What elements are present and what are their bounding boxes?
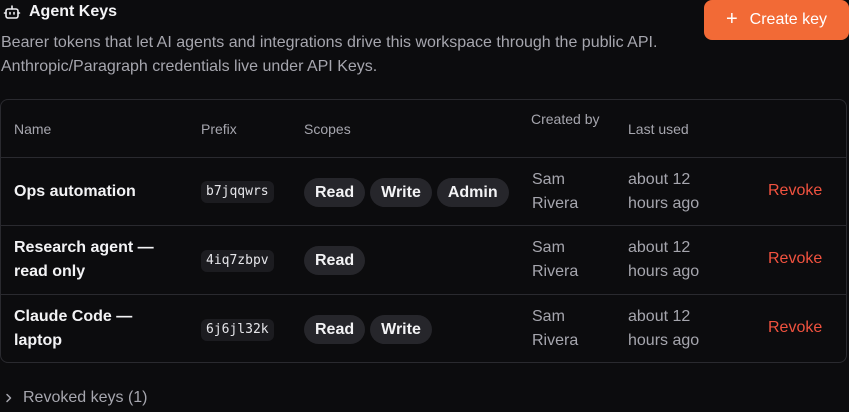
chevron-right-icon <box>5 392 13 404</box>
scope-badge-write: Write <box>370 315 432 344</box>
create-key-button[interactable]: + Create key <box>704 0 849 40</box>
revoked-keys-label: Revoked keys (1) <box>23 389 148 406</box>
revoked-keys-toggle[interactable]: Revoked keys (1) <box>5 389 148 407</box>
last-used: about 12 hours ago <box>628 239 700 280</box>
plus-icon: + <box>725 8 738 30</box>
scope-list: Read Write <box>304 315 432 344</box>
column-header-scopes: Scopes <box>304 121 351 137</box>
key-prefix: b7jqqwrs <box>201 181 274 203</box>
scope-badge-admin: Admin <box>436 178 509 207</box>
scope-badge-read: Read <box>304 178 366 207</box>
key-name: Ops automation <box>14 183 136 200</box>
scope-badge-read: Read <box>304 246 366 275</box>
scope-badge-read: Read <box>304 315 366 344</box>
table-row: Ops automation b7jqqwrs Read Write Admin… <box>1 158 846 226</box>
revoke-button[interactable]: Revoke <box>768 319 822 337</box>
column-header-name: Name <box>14 121 52 137</box>
scope-badge-write: Write <box>370 178 432 207</box>
agent-keys-table: Name Prefix Scopes Created by Last used … <box>0 99 847 363</box>
page-subtitle: Bearer tokens that let AI agents and int… <box>1 34 658 75</box>
key-name: Research agent — read only <box>14 239 154 280</box>
column-header-prefix: Prefix <box>201 121 237 137</box>
table-row: Research agent — read only 4iq7zbpv Read… <box>1 226 846 295</box>
create-key-button-label: Create key <box>749 11 828 28</box>
last-used: about 12 hours ago <box>628 171 700 212</box>
page-title: Agent Keys <box>3 3 117 21</box>
created-by: Sam Rivera <box>532 171 579 212</box>
key-name: Claude Code — laptop <box>14 308 133 349</box>
scope-list: Read <box>304 246 366 275</box>
table-header: Name Prefix Scopes Created by Last used <box>1 100 846 158</box>
table-row: Claude Code — laptop 6j6jl32k Read Write… <box>1 295 846 362</box>
page-title-text: Agent Keys <box>29 3 118 20</box>
column-header-created-by: Created by <box>531 111 600 127</box>
key-prefix: 4iq7zbpv <box>201 250 274 272</box>
key-prefix: 6j6jl32k <box>201 319 274 341</box>
last-used: about 12 hours ago <box>628 308 700 349</box>
column-header-last-used: Last used <box>628 121 689 137</box>
scope-list: Read Write Admin <box>304 178 509 207</box>
revoke-button[interactable]: Revoke <box>768 182 822 200</box>
revoke-button[interactable]: Revoke <box>768 250 822 268</box>
created-by: Sam Rivera <box>532 239 579 280</box>
robot-icon <box>3 3 21 21</box>
created-by: Sam Rivera <box>532 308 579 349</box>
